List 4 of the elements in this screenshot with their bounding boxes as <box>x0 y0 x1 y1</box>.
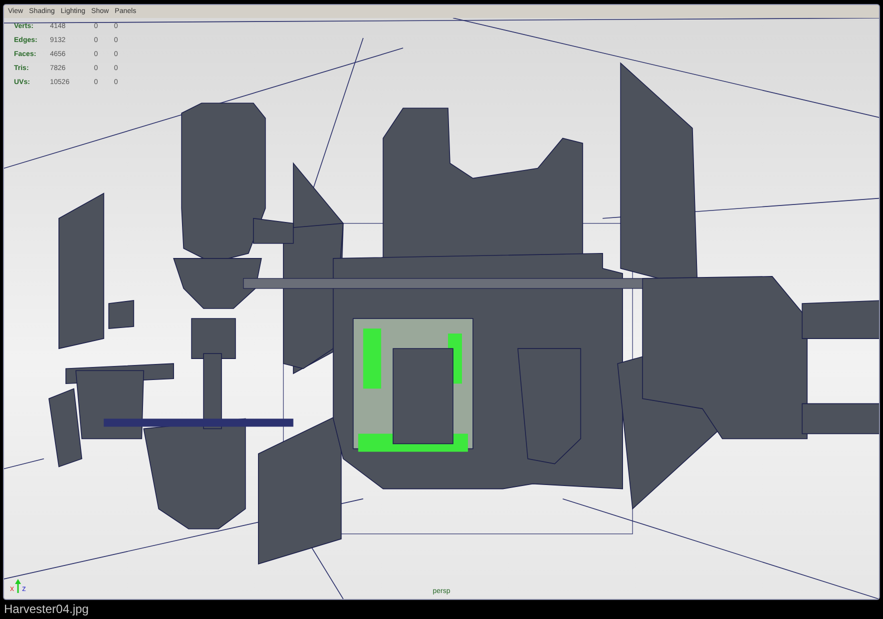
axis-label: z <box>22 585 26 593</box>
image-caption: Harvester04.jpg <box>3 601 90 616</box>
axis-arrow-icon <box>15 579 21 593</box>
axis-label: x <box>10 585 14 593</box>
